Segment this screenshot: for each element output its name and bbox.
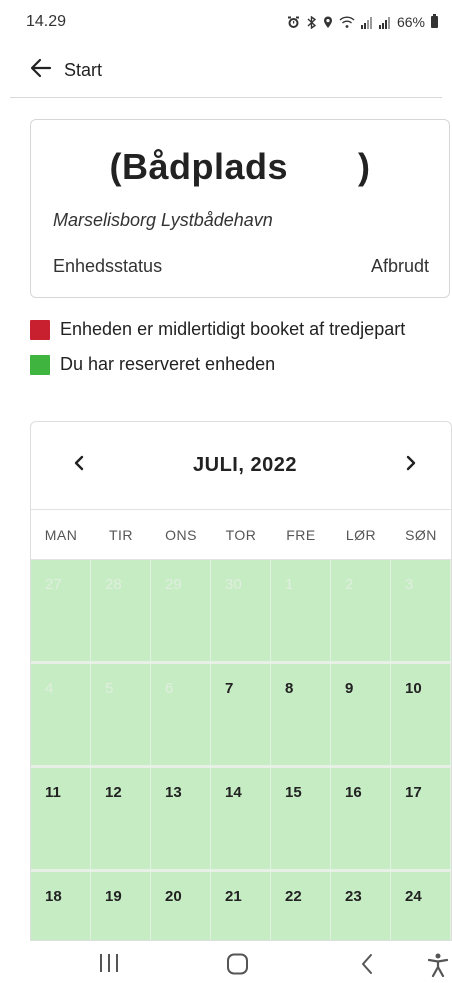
weekday-label: SØN bbox=[405, 526, 437, 543]
calendar: JULI, 2022 MAN TIR ONS TOR FRE LØR SØN 2… bbox=[30, 421, 452, 941]
calendar-day[interactable]: 29 bbox=[151, 560, 211, 661]
chevron-right-icon bbox=[406, 455, 416, 476]
calendar-day[interactable]: 18 bbox=[31, 872, 91, 940]
unit-status-row: Enhedsstatus Afbrudt bbox=[53, 256, 429, 277]
legend-reserved-text: Du har reserveret enheden bbox=[60, 354, 276, 374]
back-to-start-button[interactable]: Start bbox=[30, 58, 102, 83]
calendar-day[interactable]: 19 bbox=[91, 872, 151, 940]
accessibility-icon bbox=[427, 953, 449, 981]
calendar-week: 11 12 13 14 15 16 17 bbox=[31, 768, 451, 872]
calendar-week: 18 19 20 21 22 23 24 bbox=[31, 872, 451, 940]
status-bar: 14.29 66% bbox=[0, 0, 452, 44]
calendar-day[interactable]: 20 bbox=[151, 872, 211, 940]
prev-month-button[interactable] bbox=[69, 455, 89, 476]
status-time: 14.29 bbox=[26, 13, 67, 30]
calendar-day[interactable]: 7 bbox=[211, 664, 271, 765]
calendar-day[interactable]: 11 bbox=[31, 768, 91, 869]
calendar-day[interactable]: 17 bbox=[391, 768, 451, 869]
back-label: Start bbox=[64, 60, 103, 80]
weekday-label: MAN bbox=[44, 526, 78, 543]
back-icon bbox=[360, 954, 374, 979]
arrow-left-icon bbox=[30, 58, 52, 83]
status-icons: 66% bbox=[287, 14, 438, 30]
calendar-day[interactable]: 9 bbox=[331, 664, 391, 765]
calendar-day[interactable]: 24 bbox=[391, 872, 451, 940]
system-nav-bar bbox=[0, 941, 452, 983]
unit-status-label: Enhedsstatus bbox=[53, 256, 163, 276]
weekday-header: MAN TIR ONS TOR FRE LØR SØN bbox=[31, 510, 451, 560]
calendar-day[interactable]: 13 bbox=[151, 768, 211, 869]
calendar-day[interactable]: 16 bbox=[331, 768, 391, 869]
calendar-header: JULI, 2022 bbox=[31, 422, 451, 510]
unit-title-close: ) bbox=[358, 146, 371, 187]
calendar-day[interactable]: 6 bbox=[151, 664, 211, 765]
signal-icon bbox=[378, 16, 391, 29]
recent-apps-icon bbox=[98, 954, 120, 977]
calendar-day[interactable]: 28 bbox=[91, 560, 151, 661]
calendar-day[interactable]: 8 bbox=[271, 664, 331, 765]
wifi-icon bbox=[339, 15, 355, 29]
alarm-icon bbox=[287, 16, 300, 29]
home-button[interactable] bbox=[226, 953, 250, 980]
next-month-button[interactable] bbox=[401, 455, 421, 476]
system-back-button[interactable] bbox=[360, 953, 374, 980]
calendar-day[interactable]: 30 bbox=[211, 560, 271, 661]
legend-booked-text: Enheden er midlertidigt booket af tredje… bbox=[60, 319, 406, 339]
calendar-day[interactable]: 4 bbox=[31, 664, 91, 765]
weekday-label: TIR bbox=[108, 526, 134, 543]
legend: Enheden er midlertidigt booket af tredje… bbox=[30, 318, 440, 388]
accessibility-button[interactable] bbox=[427, 953, 449, 982]
calendar-day[interactable]: 3 bbox=[391, 560, 451, 661]
calendar-day[interactable]: 14 bbox=[211, 768, 271, 869]
calendar-day[interactable]: 5 bbox=[91, 664, 151, 765]
battery-percent: 66% bbox=[396, 14, 425, 30]
battery-icon bbox=[431, 14, 438, 28]
calendar-day[interactable]: 15 bbox=[271, 768, 331, 869]
calendar-month-title: JULI, 2022 bbox=[193, 454, 297, 476]
home-icon bbox=[226, 953, 250, 979]
calendar-day[interactable]: 23 bbox=[331, 872, 391, 940]
calendar-day[interactable]: 10 bbox=[391, 664, 451, 765]
unit-card: (Bådplads) Marselisborg Lystbådehavn Enh… bbox=[30, 119, 450, 298]
legend-item-reserved: Du har reserveret enheden bbox=[30, 353, 440, 376]
calendar-day[interactable]: 2 bbox=[331, 560, 391, 661]
weekday-label: FRE bbox=[286, 526, 316, 543]
unit-title-open: (Bådplads bbox=[109, 146, 289, 187]
top-bar: Start bbox=[10, 44, 442, 98]
booked-swatch bbox=[30, 320, 50, 340]
unit-status-value: Afbrudt bbox=[370, 256, 429, 276]
signal-icon bbox=[360, 16, 373, 29]
unit-title: (Bådplads) bbox=[31, 146, 449, 188]
weekday-label: ONS bbox=[165, 526, 197, 543]
calendar-day[interactable]: 27 bbox=[31, 560, 91, 661]
weekday-label: TOR bbox=[225, 526, 257, 543]
harbor-name: Marselisborg Lystbådehavn bbox=[53, 210, 273, 230]
reserved-swatch bbox=[30, 355, 50, 375]
location-icon bbox=[323, 16, 333, 29]
calendar-week: 4 5 6 7 8 9 10 bbox=[31, 664, 451, 768]
calendar-day[interactable]: 12 bbox=[91, 768, 151, 869]
chevron-left-icon bbox=[74, 455, 84, 476]
calendar-day[interactable]: 22 bbox=[271, 872, 331, 940]
calendar-day[interactable]: 21 bbox=[211, 872, 271, 940]
calendar-grid: 27 28 29 30 1 2 3 4 5 6 7 8 9 10 11 12 13 14 15 16 17 18 19 20 2… bbox=[31, 560, 451, 940]
weekday-label: LØR bbox=[345, 526, 377, 543]
calendar-day[interactable]: 1 bbox=[271, 560, 331, 661]
calendar-week: 27 28 29 30 1 2 3 bbox=[31, 560, 451, 664]
recent-apps-button[interactable] bbox=[98, 953, 120, 978]
bluetooth-icon bbox=[306, 15, 317, 29]
legend-item-booked: Enheden er midlertidigt booket af tredje… bbox=[30, 318, 440, 341]
